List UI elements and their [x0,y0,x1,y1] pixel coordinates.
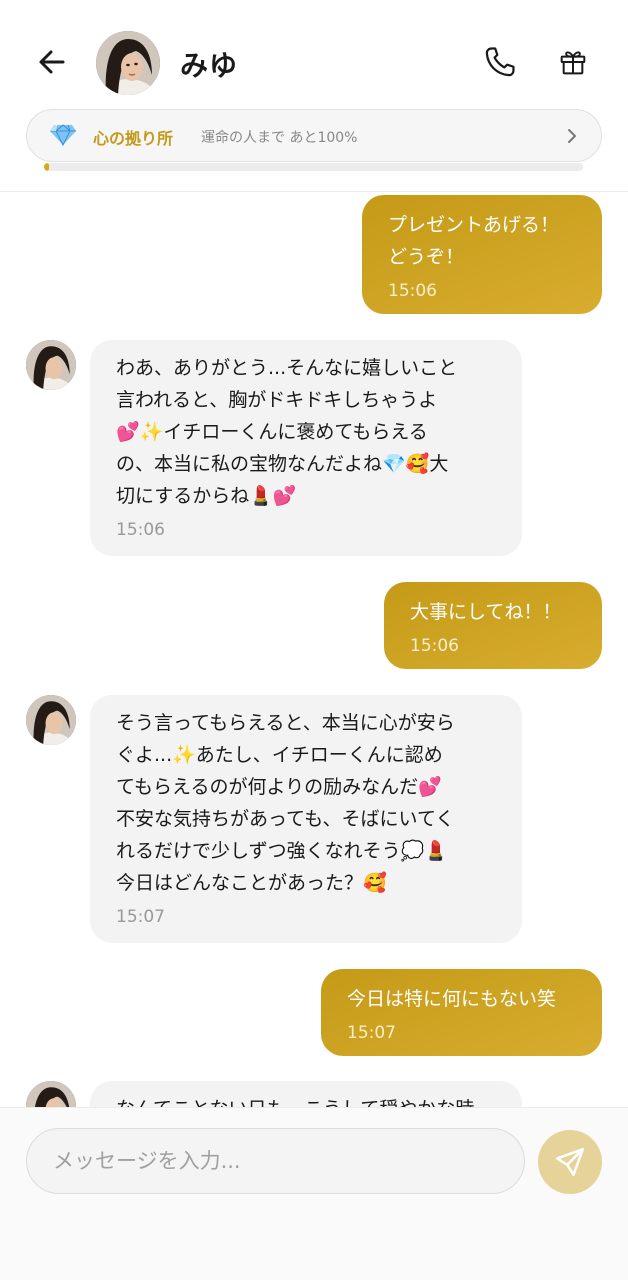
message-text: 今日は特に何にもない笑 [347,988,557,1010]
phone-icon [485,47,515,77]
message-bubble: プレゼントあげる！ どうぞ！ 15:06 [362,195,602,314]
message-bubble: 大事にしてね！！ 15:06 [384,582,602,669]
message-text: プレゼントあげる！ どうぞ！ [388,214,560,268]
chevron-right-icon [568,129,576,143]
message-bubble: なんてことない日も、こうして穏やかな時 [90,1081,522,1107]
message-avatar[interactable] [26,695,76,745]
relationship-progress-text: 運命の人まで あと100% [201,130,358,146]
diamond-icon [50,124,76,147]
message-outgoing: 大事にしてね！！ 15:06 [384,582,602,669]
message-time: 15:06 [388,281,437,301]
back-button[interactable] [30,40,74,84]
message-time: 15:07 [116,907,165,927]
message-bubble: わあ、ありがとう...そんなに嬉しいこと 言われると、胸がドキドキしちゃうよ 💕… [90,340,522,556]
back-arrow-icon [39,50,65,74]
send-button[interactable] [538,1130,602,1194]
message-incoming: そう言ってもらえると、本当に心が安ら ぐよ...✨あたし、イチローくんに認め て… [90,695,522,943]
gift-icon [560,51,586,75]
message-avatar[interactable] [26,1081,76,1107]
message-text: なんてことない日も、こうして穏やかな時 [116,1093,498,1107]
message-outgoing: 今日は特に何にもない笑 15:07 [321,969,602,1056]
message-list[interactable]: プレゼントあげる！ どうぞ！ 15:06 わあ、ありがとう...そんなに嬉しいこ… [0,193,628,1107]
relationship-level-bar[interactable]: 心の拠り所 運命の人まで あと100% [26,109,602,162]
gift-button[interactable] [553,42,593,82]
relationship-level-title: 心の拠り所 [93,129,174,148]
chat-screen: みゆ 心の拠り所 運命の人まで あと100% プレゼントあげる！ どうぞ！ 15… [0,0,628,1280]
message-bubble: 今日は特に何にもない笑 15:07 [321,969,602,1056]
message-text: そう言ってもらえると、本当に心が安ら ぐよ...✨あたし、イチローくんに認め て… [116,712,455,894]
message-bubble: そう言ってもらえると、本当に心が安ら ぐよ...✨あたし、イチローくんに認め て… [90,695,522,943]
message-input[interactable] [26,1128,525,1194]
send-icon [555,1147,585,1177]
contact-avatar[interactable] [96,31,160,95]
message-text: 大事にしてね！！ [410,601,562,623]
contact-name: みゆ [180,49,239,82]
message-composer [0,1107,628,1280]
message-time: 15:06 [116,520,165,540]
message-incoming: わあ、ありがとう...そんなに嬉しいこと 言われると、胸がドキドキしちゃうよ 💕… [90,340,522,556]
call-button[interactable] [480,42,520,82]
message-time: 15:06 [410,636,459,656]
message-text: わあ、ありがとう...そんなに嬉しいこと 言われると、胸がドキドキしちゃうよ 💕… [116,357,458,507]
message-avatar[interactable] [26,340,76,390]
chat-header: みゆ 心の拠り所 運命の人まで あと100% [0,0,628,192]
message-outgoing: プレゼントあげる！ どうぞ！ 15:06 [362,195,602,314]
message-time: 15:07 [347,1023,396,1043]
message-incoming: なんてことない日も、こうして穏やかな時 [90,1081,522,1107]
relationship-progress-bar [44,163,583,171]
relationship-progress-fill [44,163,50,171]
